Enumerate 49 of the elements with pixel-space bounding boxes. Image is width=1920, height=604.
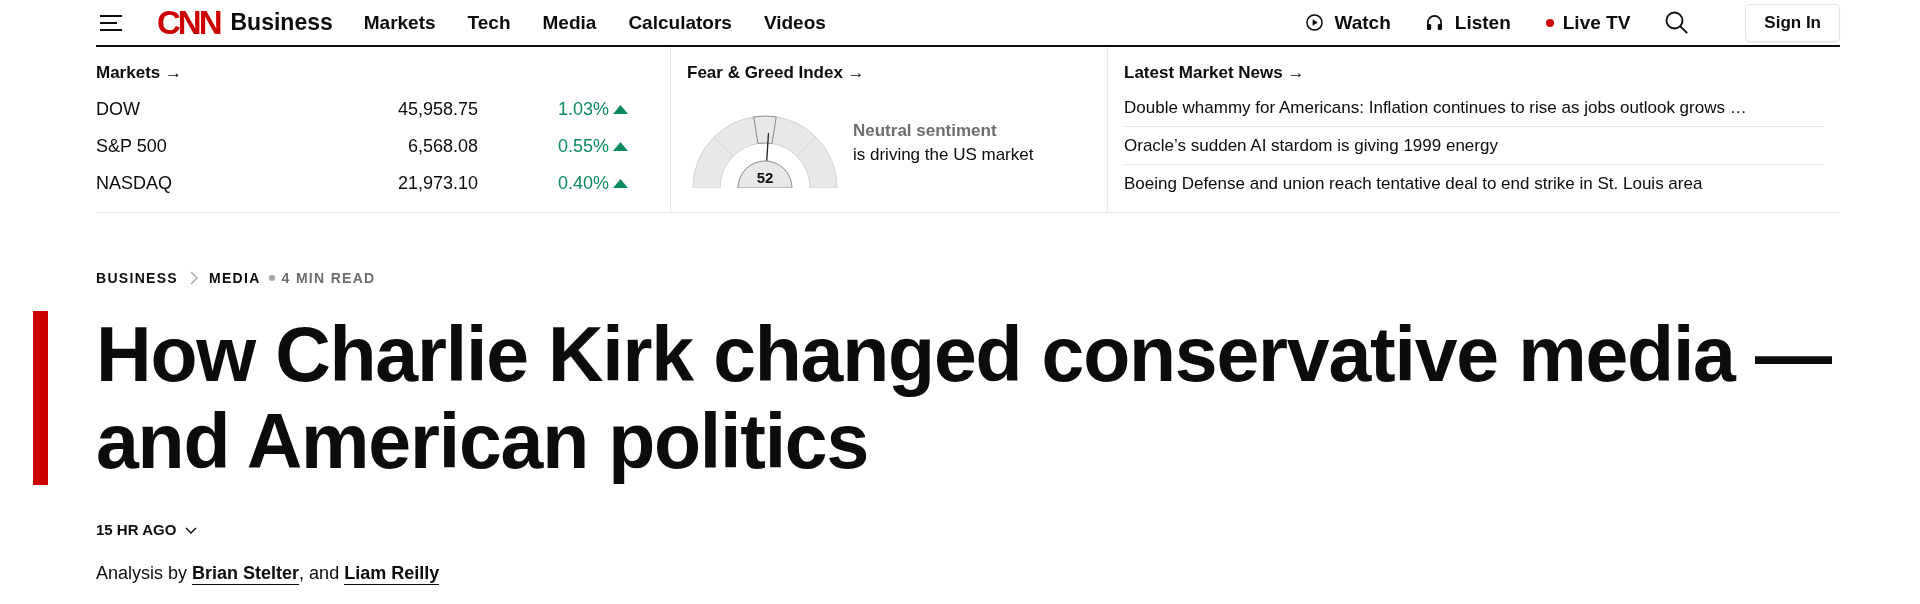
index-name: NASDAQ: [96, 173, 174, 194]
index-change: 1.03%: [557, 99, 609, 120]
fear-greed-link[interactable]: Fear & Greed Index →: [687, 63, 865, 83]
author-link[interactable]: Brian Stelter: [192, 563, 300, 585]
gauge-value: 52: [756, 169, 774, 186]
live-tv-link[interactable]: Live TV: [1545, 11, 1631, 34]
breadcrumb-link[interactable]: MEDIA: [209, 269, 261, 287]
index-name: DOW: [96, 99, 141, 120]
search-icon: [1665, 11, 1689, 34]
index-change: 0.40%: [557, 173, 609, 194]
market-news-link[interactable]: Latest Market News →: [1124, 63, 1305, 83]
news-headline-link[interactable]: Double whammy for Americans: Inflation continues to rise as jobs outlook grows …: [1124, 97, 1747, 118]
headline: How Charlie Kirk changed conservative media — and American politics: [96, 311, 1833, 485]
menu-button[interactable]: [100, 14, 122, 31]
nav-link[interactable]: Media: [542, 11, 597, 34]
nav-link[interactable]: Videos: [763, 11, 826, 34]
index-change: 0.55%: [557, 136, 609, 157]
logo[interactable]: CNN: [157, 6, 220, 39]
news-headline-link[interactable]: Oracle’s sudden AI stardom is giving 1999 energy: [1124, 135, 1498, 156]
nav-link[interactable]: Markets: [363, 11, 436, 34]
search-button[interactable]: [1665, 11, 1689, 34]
nav-link[interactable]: Calculators: [628, 11, 732, 34]
gauge-hub: [737, 160, 793, 188]
index-name: S&P 500: [96, 136, 168, 157]
headphones-icon: [1425, 14, 1443, 31]
gauge-segment: [796, 136, 838, 188]
listen-link[interactable]: Listen: [1425, 11, 1511, 34]
gauge-segment: [692, 136, 734, 188]
menu-icon: [100, 14, 122, 31]
index-value: 6,568.08: [407, 136, 478, 157]
watch-link[interactable]: Watch: [1305, 11, 1391, 34]
play-icon: [1305, 14, 1323, 31]
breadcrumb-link[interactable]: BUSINESS: [96, 269, 178, 287]
index-value: 21,973.10: [397, 173, 478, 194]
author-link[interactable]: Liam Reilly: [344, 563, 440, 585]
sign-in-button[interactable]: Sign In: [1745, 3, 1840, 42]
dot-icon: [268, 275, 275, 281]
chevron-right-icon: [190, 271, 198, 285]
live-dot-icon: [1545, 18, 1554, 27]
byline: Analysis by Brian Stelter, and Liam Reilly: [96, 562, 441, 585]
nav-link[interactable]: Tech: [467, 11, 511, 34]
section-title[interactable]: Business: [230, 9, 333, 36]
index-value: 45,958.75: [397, 99, 478, 120]
timestamp-toggle[interactable]: 15 HR AGO: [96, 521, 198, 539]
sentiment-caption: is driving the US market: [853, 144, 1034, 166]
news-headline-link[interactable]: Boeing Defense and union reach tentative deal to end strike in St. Louis area: [1124, 173, 1703, 194]
read-time: 4 MIN READ: [281, 269, 376, 287]
sentiment-label: Neutral sentiment: [853, 120, 998, 142]
markets-link[interactable]: Markets →: [96, 63, 182, 83]
